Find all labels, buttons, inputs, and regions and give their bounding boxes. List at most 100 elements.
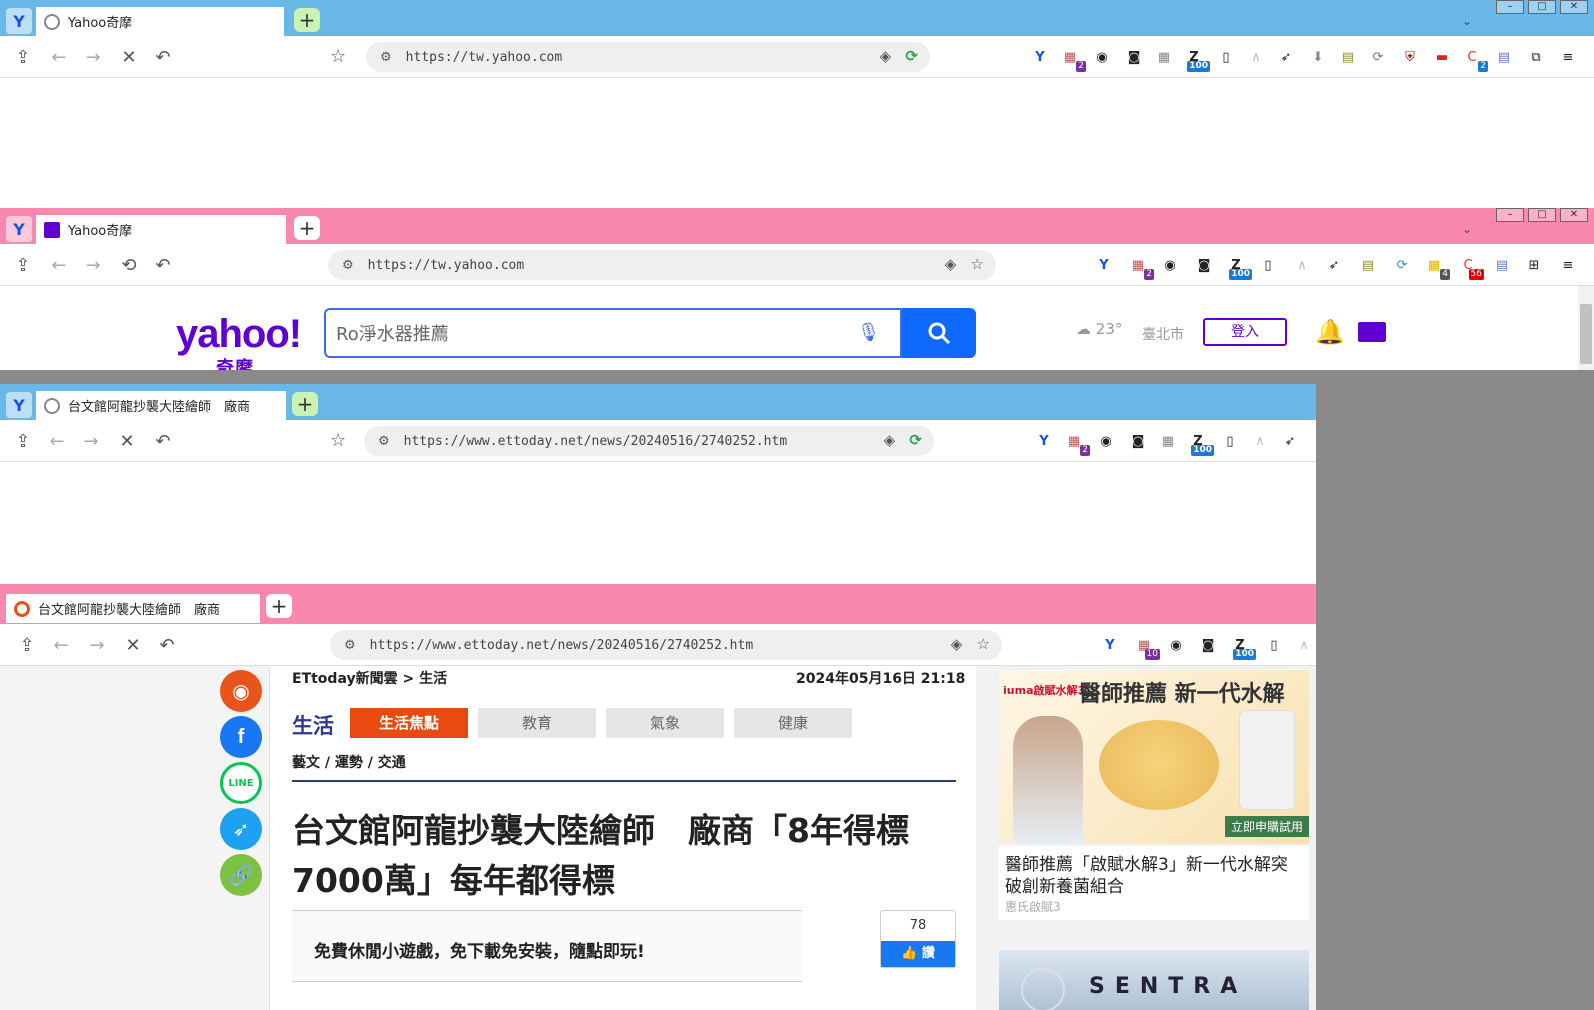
ext-zoom-icon[interactable]: Z 100	[1226, 255, 1252, 280]
close-button[interactable]: ✕	[1560, 208, 1588, 222]
undo-close-icon[interactable]: ↶	[156, 634, 178, 656]
ettoday-share-icon[interactable]: ◉	[220, 670, 262, 712]
site-info-icon[interactable]: ⚙	[378, 434, 390, 449]
bookmark-star-icon[interactable]: ☆	[330, 46, 346, 67]
ext-fade-icon[interactable]: ∧	[1250, 431, 1270, 451]
ext-bookmark-icon[interactable]: ▯	[1216, 47, 1236, 67]
ext-translate-icon[interactable]: ▦ 2	[1060, 47, 1086, 72]
promo-link[interactable]: 免費休閒小遊戲，免下載免安裝，隨點即玩!	[292, 910, 802, 982]
subcategory-links[interactable]: 藝文 / 運勢 / 交通	[292, 752, 406, 772]
tab-category-2[interactable]: 教育	[478, 708, 596, 738]
tab-active[interactable]: Yahoo奇摩	[36, 215, 286, 244]
stop-button[interactable]: ✕	[118, 46, 140, 68]
ext-sync-icon[interactable]: ⟳	[1392, 255, 1412, 275]
new-tab-button[interactable]: +	[266, 594, 292, 618]
menu-icon[interactable]: ≡	[1558, 47, 1578, 67]
ext-panel-icon[interactable]: ▤	[1492, 255, 1512, 275]
tab-active[interactable]: 台文館阿龍抄襲大陸繪師 廠商	[36, 391, 286, 420]
stop-button[interactable]: ✕	[122, 634, 144, 656]
line-icon[interactable]: LINE	[220, 762, 262, 804]
login-button[interactable]: 登入	[1203, 318, 1287, 346]
ext-bookmark-icon[interactable]: ▯	[1258, 255, 1278, 275]
layers-star-icon[interactable]: ◈ ☆	[951, 635, 990, 653]
maximize-button[interactable]: □	[1528, 0, 1556, 14]
ext-apps-icon[interactable]: ⊞	[1524, 255, 1544, 275]
layers-icon[interactable]: ◈ ⟳	[880, 47, 918, 65]
ad-cta[interactable]: 立即申購試用	[1224, 816, 1309, 837]
mail-icon[interactable]	[1358, 322, 1386, 342]
facebook-icon[interactable]: f	[220, 716, 262, 758]
minimize-button[interactable]: –	[1496, 0, 1524, 14]
ext-vivaldi-icon[interactable]: Y	[1094, 255, 1114, 275]
reload-button[interactable]: ⟲	[118, 254, 140, 276]
browser-menu-logo-icon[interactable]: Y	[6, 392, 32, 418]
share-icon[interactable]: ⇪	[12, 430, 34, 452]
site-info-icon[interactable]: ⚙	[342, 258, 354, 273]
ext-translate-icon[interactable]: ▦ 2	[1064, 431, 1090, 456]
maximize-button[interactable]: □	[1528, 208, 1556, 222]
section-title[interactable]: 生活	[292, 710, 334, 740]
ad-caption[interactable]: 醫師推薦「啟賦水解3」新一代水解突破創新養菌組合 惠氏啟賦3	[999, 846, 1309, 920]
minimize-button[interactable]: –	[1496, 208, 1524, 222]
undo-close-icon[interactable]: ↶	[152, 46, 174, 68]
ext-zoom-icon[interactable]: Z 100	[1230, 635, 1256, 660]
share-icon[interactable]: ⇪	[12, 46, 34, 68]
menu-icon[interactable]: ≡	[1558, 255, 1578, 275]
share-icon[interactable]: ⇪	[12, 254, 34, 276]
address-bar[interactable]: ⚙ https://tw.yahoo.com ◈ ☆	[328, 250, 996, 280]
layers-icon[interactable]: ◈ ⟳	[884, 431, 922, 449]
bookmark-star-icon[interactable]: ☆	[330, 430, 346, 451]
like-box[interactable]: 78 👍 讚	[880, 910, 956, 968]
twitter-icon[interactable]: ➶	[220, 808, 262, 850]
forward-button[interactable]: →	[80, 430, 102, 452]
close-button[interactable]: ✕	[1560, 0, 1588, 14]
weather-widget[interactable]: ☁ 23°	[1076, 320, 1122, 338]
ext-vivaldi-icon[interactable]: Y	[1100, 635, 1120, 655]
yahoo-logo[interactable]: yahoo! 奇摩	[176, 314, 302, 370]
ext-bird-icon[interactable]: ➶	[1276, 47, 1296, 67]
ext-fade-icon[interactable]: ∧	[1246, 47, 1266, 67]
ext-zoom-icon[interactable]: Z 100	[1184, 47, 1210, 72]
tab-list-chevron-icon[interactable]: ⌄	[1462, 222, 1472, 236]
forward-button[interactable]: →	[86, 634, 108, 656]
ext-vivaldi-icon[interactable]: Y	[1034, 431, 1054, 451]
ext-color-icon[interactable]: ◉	[1092, 47, 1112, 67]
browser-menu-logo-icon[interactable]: Y	[6, 216, 32, 242]
browser-menu-logo-icon[interactable]: Y	[6, 8, 32, 34]
search-button[interactable]	[902, 308, 976, 358]
back-button[interactable]: ←	[48, 254, 70, 276]
ext-bird-icon[interactable]: ➶	[1324, 255, 1344, 275]
ext-vivaldi-icon[interactable]: Y	[1030, 47, 1050, 67]
ext-yellow-icon[interactable]: ▦ 4	[1424, 255, 1450, 280]
forward-button[interactable]: →	[82, 254, 104, 276]
ext-grid-icon[interactable]: ▦	[1158, 431, 1178, 451]
back-button[interactable]: ←	[48, 46, 70, 68]
ext-color-icon[interactable]: ◉	[1160, 255, 1180, 275]
layers-star-icon[interactable]: ◈ ☆	[945, 255, 984, 273]
address-bar[interactable]: ⚙ https://tw.yahoo.com ◈ ⟳	[366, 42, 930, 72]
ext-bird-icon[interactable]: ➶	[1280, 431, 1300, 451]
back-button[interactable]: ←	[46, 430, 68, 452]
tab-category-1[interactable]: 生活焦點	[350, 708, 468, 738]
forward-button[interactable]: →	[82, 46, 104, 68]
ad-banner[interactable]: iuma啟賦水解3 醫師推薦 新一代水解 立即申購試用	[999, 670, 1309, 844]
scrollbar-thumb[interactable]	[1580, 304, 1592, 364]
like-button[interactable]: 👍 讚	[881, 941, 955, 967]
breadcrumb[interactable]: ETtoday新聞雲 > 生活	[292, 668, 447, 688]
tab-active[interactable]: Yahoo奇摩	[36, 7, 284, 36]
ext-download-icon[interactable]: ⬇	[1308, 47, 1328, 67]
site-info-icon[interactable]: ⚙	[380, 50, 392, 65]
scrollbar[interactable]	[1578, 286, 1594, 370]
address-bar[interactable]: ⚙ https://www.ettoday.net/news/20240516/…	[330, 630, 1002, 660]
ad-banner-2[interactable]: SENTRA	[999, 950, 1309, 1010]
ext-mask-icon[interactable]: ◙	[1194, 255, 1214, 275]
undo-close-icon[interactable]: ↶	[152, 430, 174, 452]
ext-red-c-icon[interactable]: C2	[1462, 47, 1488, 72]
ext-notes-icon[interactable]: ▤	[1338, 47, 1358, 67]
microphone-icon[interactable]: 🎙	[857, 322, 880, 343]
ext-mask-icon[interactable]: ◙	[1128, 431, 1148, 451]
ext-dots-icon[interactable]: ▬	[1432, 47, 1452, 67]
search-input[interactable]: Ro淨水器推薦 🎙	[324, 308, 902, 358]
ext-grid-icon[interactable]: ▦	[1154, 47, 1174, 67]
ext-bookmark-icon[interactable]: ▯	[1264, 635, 1284, 655]
